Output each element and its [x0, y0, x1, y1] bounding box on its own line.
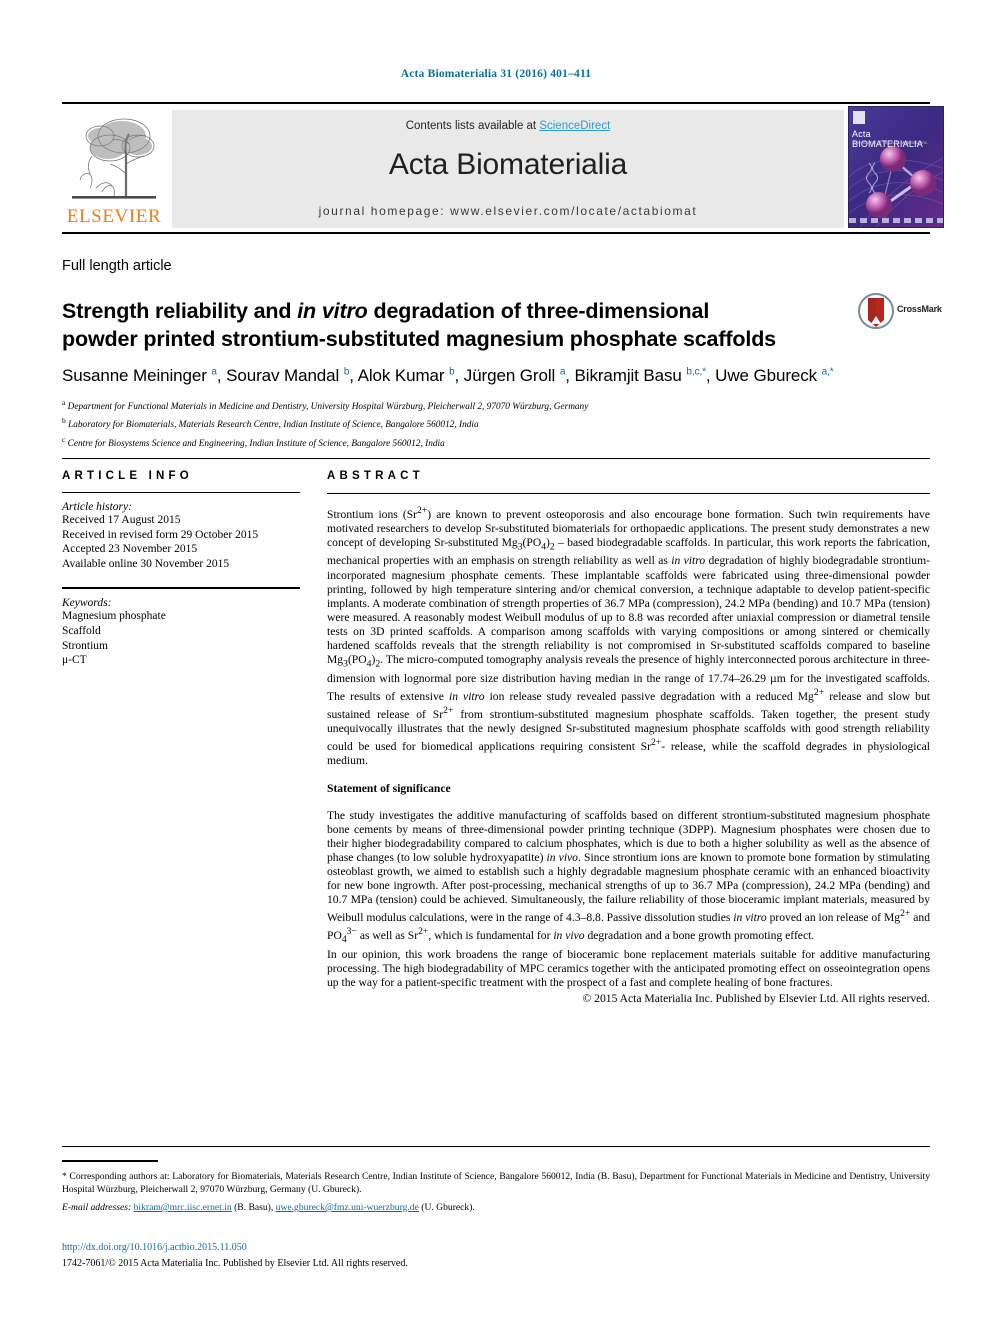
elsevier-logo: ELSEVIER	[62, 110, 166, 228]
title-part-2: degradation of three-dimensional	[367, 299, 710, 324]
keywords-rule	[62, 587, 300, 590]
crossmark-label: CrossMark	[897, 304, 942, 314]
masthead-bottom-rule	[62, 232, 930, 234]
author-list: Susanne Meininger a, Sourav Mandal b, Al…	[62, 366, 834, 385]
journal-banner: Contents lists available at ScienceDirec…	[172, 110, 844, 228]
title-italic-invitro: in vitro	[297, 299, 368, 324]
abstract-heading: ABSTRACT	[327, 470, 424, 482]
elsevier-wordmark: ELSEVIER	[66, 206, 162, 227]
email-2-suffix: (U. Gbureck).	[418, 1202, 475, 1213]
abstract-paragraph-2: The study investigates the additive manu…	[327, 808, 930, 946]
crossmark-icon[interactable]	[858, 292, 894, 330]
contents-list-line: Contents lists available at ScienceDirec…	[172, 120, 844, 132]
article-info-rule	[62, 492, 300, 493]
history-item: Accepted 23 November 2015	[62, 543, 198, 556]
journal-title: Acta Biomaterialia	[388, 148, 628, 181]
contents-prefix: Contents lists available at	[405, 120, 540, 132]
page-title: Strength reliability and in vitro degrad…	[62, 297, 822, 353]
footer-top-rule	[62, 1146, 930, 1147]
corresponding-author-note: * Corresponding authors at: Laboratory f…	[62, 1171, 930, 1196]
journal-homepage[interactable]: journal homepage: www.elsevier.com/locat…	[172, 204, 844, 218]
author-affil-marker: b	[449, 366, 455, 378]
abstract-paragraph-1: Strontium ions (Sr2+) are known to preve…	[327, 505, 930, 767]
cover-title: Acta BIOMATERIALIA	[852, 129, 923, 149]
author-affil-marker: a,*	[821, 366, 834, 378]
sciencedirect-link[interactable]: ScienceDirect	[539, 120, 610, 132]
article-history-list: Received 17 August 2015 Received in revi…	[62, 513, 300, 571]
article-info-section: ARTICLE INFO Article history: Received 1…	[62, 470, 300, 668]
running-head: Acta Biomaterialia 31 (2016) 401–411	[400, 68, 592, 80]
keyword-item: μ-CT	[62, 654, 87, 667]
keywords-list: Magnesium phosphate Scaffold Strontium μ…	[62, 609, 300, 667]
abstract-section: ABSTRACT Strontium ions (Sr2+) are known…	[327, 470, 930, 1006]
cover-footer-bar	[849, 218, 943, 223]
keyword-item: Scaffold	[62, 624, 101, 637]
history-item: Received in revised form 29 October 2015	[62, 528, 259, 541]
keyword-item: Strontium	[62, 639, 109, 652]
masthead-top-rule	[62, 102, 930, 104]
section-divider-rule	[62, 458, 930, 459]
journal-cover-thumbnail: Acta BIOMATERIALIA The Journal of The Ac…	[848, 106, 944, 228]
email-link-basu[interactable]: bikram@mrc.iisc.ernet.in	[134, 1202, 232, 1213]
affiliation-b: b Laboratory for Biomaterials, Materials…	[62, 416, 479, 431]
affiliation-a: a Department for Functional Materials in…	[62, 398, 589, 413]
abstract-body: Strontium ions (Sr2+) are known to preve…	[327, 504, 930, 1006]
author-affil-marker: a	[211, 366, 217, 378]
journal-masthead: ELSEVIER Contents lists available at Sci…	[62, 102, 944, 234]
paper-page: Acta Biomaterialia 31 (2016) 401–411 ELS…	[0, 0, 992, 1323]
doi-link[interactable]: http://dx.doi.org/10.1016/j.actbio.2015.…	[62, 1242, 247, 1253]
affiliation-c: c Centre for Biosystems Science and Engi…	[62, 434, 445, 449]
title-part-1: Strength reliability and	[62, 299, 298, 324]
article-type-label: Full length article	[62, 258, 172, 274]
elsevier-tree-icon	[72, 118, 156, 199]
article-history-label: Article history:	[62, 501, 132, 513]
issn-copyright-line: 1742-7061/© 2015 Acta Materialia Inc. Pu…	[62, 1258, 408, 1269]
keyword-item: Magnesium phosphate	[62, 610, 166, 623]
footnote-rule	[62, 1160, 158, 1162]
author-affil-marker: a	[559, 366, 566, 378]
cover-art	[849, 107, 943, 227]
abstract-copyright: © 2015 Acta Materialia Inc. Published by…	[582, 991, 930, 1005]
keywords-label: Keywords:	[62, 597, 112, 610]
crossmark-badge[interactable]: CrossMark	[858, 290, 942, 334]
email-label: E-mail addresses:	[62, 1202, 132, 1213]
title-line-2: powder printed strontium-substituted mag…	[62, 327, 776, 352]
abstract-paragraph-3: In our opinion, this work broadens the r…	[327, 947, 930, 989]
abstract-rule	[327, 493, 930, 494]
email-1-suffix: (B. Basu),	[231, 1202, 276, 1213]
email-link-gbureck[interactable]: uwe.gbureck@fmz.uni-wuerzburg.de	[276, 1202, 419, 1213]
cover-subtitle: The Journal of The Acta Materialia Inc.	[853, 140, 929, 145]
affiliation-list: a Department for Functional Materials in…	[62, 396, 932, 451]
author-affil-marker: b,c,*	[686, 366, 706, 378]
statement-of-significance-heading: Statement of significance	[327, 781, 451, 795]
author-affil-marker: b	[343, 366, 350, 378]
history-item: Available online 30 November 2015	[62, 557, 230, 570]
history-item: Received 17 August 2015	[62, 514, 181, 526]
article-info-heading: ARTICLE INFO	[62, 470, 193, 482]
cover-publisher-icon	[853, 111, 865, 124]
email-addresses-note: E-mail addresses: bikram@mrc.iisc.ernet.…	[62, 1202, 930, 1213]
